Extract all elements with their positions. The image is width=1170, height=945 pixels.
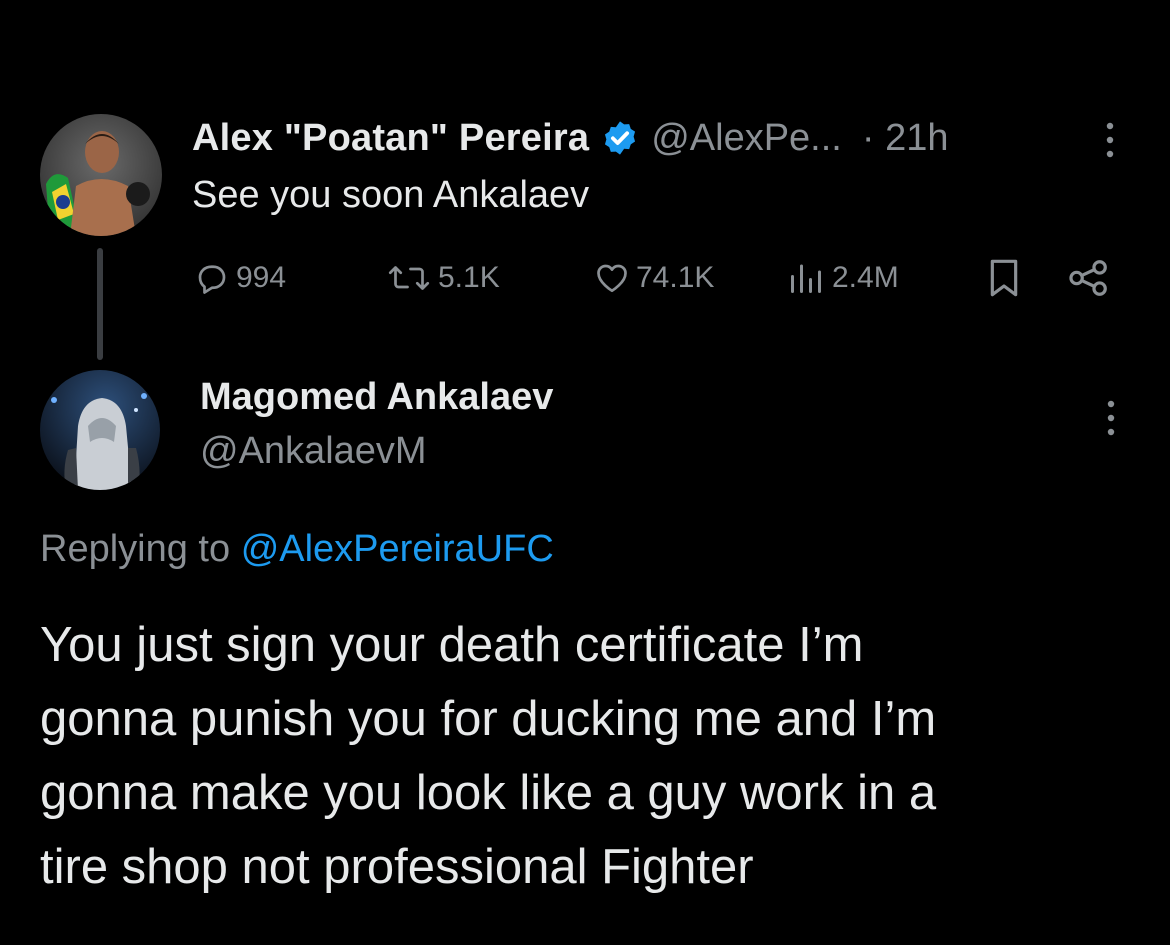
time-separator: · (861, 116, 875, 159)
time-value: 21h (885, 116, 949, 159)
author-handle[interactable]: @AlexPe... (651, 117, 842, 160)
tweet-text: See you soon Ankalaev (192, 174, 590, 216)
share-icon[interactable] (1066, 256, 1112, 300)
replying-to-line: Replying to @AlexPereiraUFC (40, 528, 554, 571)
like-button[interactable]: 74.1K (594, 252, 714, 304)
bookmark-icon[interactable] (984, 256, 1024, 300)
verified-badge-icon (601, 119, 639, 157)
retweet-icon (388, 266, 430, 290)
reply-text-line: gonna punish you for ducking me and I’m (40, 692, 937, 746)
like-count: 74.1K (636, 261, 715, 294)
reply-author-display-name[interactable]: Magomed Ankalaev (200, 376, 553, 419)
author-display-name[interactable]: Alex "Poatan" Pereira (192, 117, 589, 160)
replying-to-label: Replying to (40, 528, 231, 570)
retweet-button[interactable]: 5.1K (386, 252, 500, 304)
tweet-header: Alex "Poatan" Pereira @AlexPe... · 21h (192, 108, 948, 168)
reply-text-line: tire shop not professional Fighter (40, 840, 754, 894)
views-button[interactable]: 2.4M (786, 252, 899, 304)
more-vertical-icon[interactable] (1104, 396, 1118, 440)
reply-text: You just sign your death certificate I’m… (40, 608, 1140, 904)
reply-author-avatar[interactable] (40, 370, 160, 490)
reply-button[interactable]: 994 (194, 252, 286, 304)
reply-author-handle[interactable]: @AnkalaevM (200, 430, 427, 473)
heart-icon (597, 264, 627, 293)
reply-icon (198, 265, 226, 294)
more-vertical-icon[interactable] (1098, 118, 1122, 162)
reply-count: 994 (236, 261, 287, 294)
reply-text-line: You just sign your death certificate I’m (40, 618, 864, 672)
reply-text-line: gonna make you look like a guy work in a (40, 766, 937, 820)
replying-to-mention-link[interactable]: @AlexPereiraUFC (241, 528, 554, 570)
views-bars-icon (791, 264, 821, 293)
tweet-timestamp[interactable]: · 21h (862, 117, 949, 160)
retweet-count: 5.1K (438, 261, 500, 294)
author-avatar[interactable] (40, 114, 162, 236)
views-count: 2.4M (832, 261, 899, 294)
thread-connector-line (97, 248, 103, 360)
